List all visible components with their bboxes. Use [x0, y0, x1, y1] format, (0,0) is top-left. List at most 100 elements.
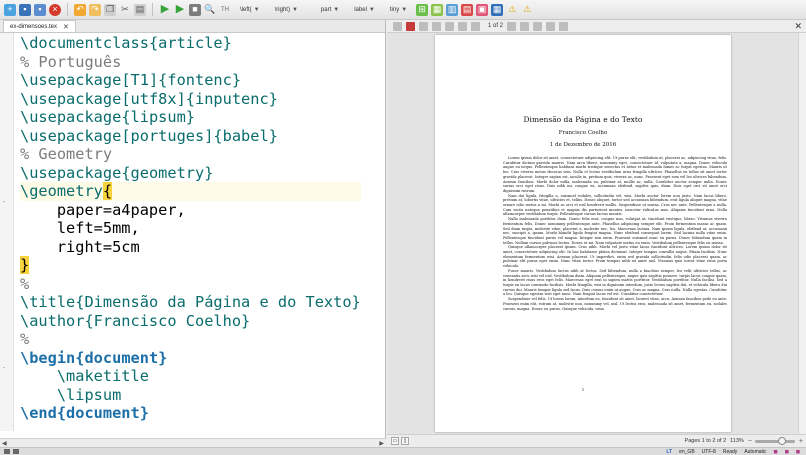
- code-line[interactable]: paper=a4paper,: [20, 201, 361, 220]
- scroll-left-icon[interactable]: ◀: [2, 440, 7, 447]
- compile-icon[interactable]: ▶: [159, 4, 171, 16]
- fit-width-icon[interactable]: ▭: [391, 437, 399, 445]
- messages-panel-icon[interactable]: [13, 449, 19, 454]
- bookmark-icon[interactable]: ◼: [785, 449, 789, 455]
- zoom-slider[interactable]: [754, 436, 795, 445]
- pdf-history-icon[interactable]: [559, 21, 569, 31]
- pdf-close-icon[interactable]: ✕: [794, 21, 802, 32]
- pdf-fit-icon[interactable]: [432, 21, 441, 31]
- document-body: Lorem ipsum dolor sit amet, consectetuer…: [503, 156, 727, 382]
- warning-icon[interactable]: ⚠: [506, 4, 518, 16]
- zoom-in-icon[interactable]: +: [799, 438, 803, 445]
- pdf-next-page-icon[interactable]: [507, 21, 517, 31]
- code-token: \title: [20, 293, 76, 311]
- pdf-vertical-scrollbar[interactable]: [798, 33, 806, 434]
- document-author: Francisco Coelho: [558, 130, 608, 136]
- code-line[interactable]: \usepackage{geometry}: [20, 164, 361, 183]
- fit-page-icon[interactable]: ▯: [401, 437, 409, 445]
- code-line[interactable]: \geometry{: [20, 182, 361, 201]
- fold-marker-icon[interactable]: -: [3, 365, 5, 372]
- code-line[interactable]: \title{Dimensão da Página e do Texto}: [20, 293, 361, 312]
- pdf-scroll-icon[interactable]: [419, 21, 428, 31]
- paste-icon[interactable]: ▤: [134, 3, 146, 16]
- editor-horizontal-scrollbar[interactable]: ◀ ▶: [0, 438, 386, 447]
- save-icon[interactable]: ▪: [19, 3, 31, 16]
- code-token: {lipsum}: [121, 108, 195, 126]
- bookmark-icon[interactable]: ◼: [774, 449, 778, 455]
- lt-indicator[interactable]: LT: [666, 449, 672, 455]
- pdf-grid-icon[interactable]: [393, 21, 402, 31]
- code-line[interactable]: \usepackage[T1]{fontenc}: [20, 71, 361, 90]
- left-delimiter-dropdown[interactable]: \left(▼: [234, 7, 266, 13]
- mode-indicator[interactable]: Automatic: [744, 449, 766, 455]
- code-line[interactable]: \documentclass{article}: [20, 34, 361, 53]
- code-line[interactable]: %: [20, 330, 361, 349]
- zoom-out-icon[interactable]: −: [748, 438, 752, 445]
- code-line[interactable]: \begin{document}: [20, 349, 361, 368]
- pdf-page[interactable]: Dimensão da Página e do Texto Francisco …: [435, 35, 731, 432]
- rows-icon[interactable]: ▤: [461, 3, 474, 16]
- grid-icon[interactable]: ▦: [431, 3, 444, 16]
- font-size-dropdown[interactable]: tiny ▼: [384, 7, 413, 13]
- code-token: \usepackage: [20, 71, 122, 89]
- pdf-first-page-icon[interactable]: [458, 21, 467, 31]
- body-paragraph: Suspendisse vel felis. Ut lorem lorem, i…: [503, 297, 727, 311]
- redo-icon[interactable]: ↷: [89, 3, 101, 16]
- language-indicator[interactable]: en_GB: [679, 449, 695, 455]
- new-file-icon[interactable]: +: [4, 3, 16, 16]
- undo-icon[interactable]: ↶: [74, 3, 86, 16]
- pdf-forward-icon[interactable]: [546, 21, 556, 31]
- code-line[interactable]: % Português: [20, 53, 361, 72]
- pdf-book-icon[interactable]: [406, 21, 415, 31]
- code-token: \begin: [20, 348, 76, 367]
- code-line[interactable]: right=5cm: [20, 238, 361, 257]
- fold-marker-icon[interactable]: -: [3, 199, 5, 206]
- close-file-icon[interactable]: ×: [49, 3, 61, 16]
- build-view-icon[interactable]: ▶: [174, 4, 186, 16]
- label-dropdown[interactable]: label ▼: [348, 7, 381, 13]
- encoding-indicator[interactable]: UTF-8: [702, 449, 716, 455]
- code-line[interactable]: \author{Francisco Coelho}: [20, 312, 361, 331]
- table-icon[interactable]: ⊞: [416, 3, 429, 16]
- code-line[interactable]: \end{document}: [20, 404, 361, 423]
- body-paragraph: Nam dui ligula, fringilla a, euismod sod…: [503, 193, 727, 217]
- pdf-last-page-icon[interactable]: [520, 21, 530, 31]
- code-line[interactable]: \usepackage[portuges]{babel}: [20, 127, 361, 146]
- code-editor[interactable]: - - \documentclass{article}% Português \u…: [0, 33, 386, 431]
- right-delimiter-dropdown[interactable]: \right) ▼: [269, 7, 304, 13]
- code-token: % Português: [20, 52, 122, 71]
- code-line[interactable]: \maketitle: [20, 367, 361, 386]
- code-line[interactable]: }: [20, 256, 361, 275]
- code-line[interactable]: \usepackage[utf8x]{inputenc}: [20, 90, 361, 109]
- cut-icon[interactable]: ✂: [119, 4, 131, 16]
- merge-cells-icon[interactable]: ▣: [476, 3, 489, 16]
- columns-icon[interactable]: ▥: [446, 3, 459, 16]
- pdf-zoom-icon[interactable]: [445, 21, 454, 31]
- structure-panel-icon[interactable]: [4, 449, 10, 454]
- warning-next-icon[interactable]: ⚠: [521, 4, 533, 16]
- structure-dropdown[interactable]: part ▼: [307, 7, 345, 13]
- code-token: %: [20, 274, 30, 293]
- view-pdf-icon[interactable]: 🔍: [204, 4, 216, 16]
- save-all-icon[interactable]: ▪: [34, 3, 46, 16]
- code-token: \geometry: [20, 182, 103, 200]
- code-line[interactable]: left=5mm,: [20, 219, 361, 238]
- code-line[interactable]: %: [20, 275, 361, 294]
- pdf-prev-page-icon[interactable]: [471, 21, 480, 31]
- pdf-back-icon[interactable]: [533, 21, 543, 31]
- code-line[interactable]: \lipsum: [20, 386, 361, 405]
- copy-icon[interactable]: ❐: [104, 3, 116, 16]
- spell-icon[interactable]: TH: [219, 4, 231, 16]
- bookmark-icon[interactable]: ◼: [796, 449, 800, 455]
- code-line[interactable]: \usepackage{lipsum}: [20, 108, 361, 127]
- close-icon[interactable]: ✕: [63, 23, 69, 31]
- split-cells-icon[interactable]: ▦: [491, 3, 504, 16]
- stop-icon[interactable]: ■: [189, 3, 201, 16]
- code-token: \maketitle: [20, 367, 149, 385]
- zoom-slider-handle[interactable]: [777, 436, 786, 445]
- pdf-page-indicator[interactable]: 1 of 2: [488, 23, 503, 29]
- body-paragraph: Nulla malesuada porttitor diam. Donec fe…: [503, 217, 727, 245]
- tab-ex-dimensoes[interactable]: ex-dimensoes.tex ✕: [3, 20, 76, 32]
- code-line[interactable]: % Geometry: [20, 145, 361, 164]
- scroll-right-icon[interactable]: ▶: [379, 440, 384, 447]
